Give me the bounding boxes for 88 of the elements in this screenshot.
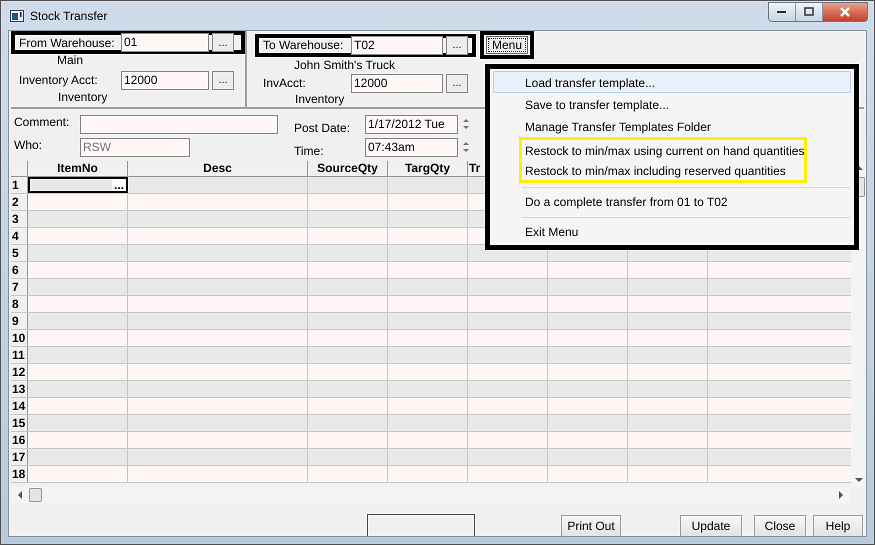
warehouse-name: Main xyxy=(57,54,84,69)
scroll-right-icon[interactable] xyxy=(838,491,844,499)
horizontal-scrollbar[interactable] xyxy=(11,487,850,503)
row-number: 1 xyxy=(11,177,28,193)
grid-cell[interactable] xyxy=(28,381,128,397)
grid-cell[interactable] xyxy=(28,364,128,380)
from-warehouse-label: From Warehouse: xyxy=(19,36,116,50)
row-number: 6 xyxy=(11,262,28,278)
row-number: 4 xyxy=(11,228,28,244)
help-button[interactable]: Help xyxy=(813,515,863,536)
scroll-left-icon[interactable] xyxy=(17,491,23,499)
grid-cell[interactable] xyxy=(28,330,128,346)
account-name: Inventory xyxy=(58,91,108,106)
close-button[interactable]: Close xyxy=(754,515,806,536)
maximize-icon xyxy=(804,7,814,16)
browse-button[interactable]: ... xyxy=(446,36,468,54)
row-number: 11 xyxy=(11,347,28,363)
menu-item[interactable]: Restock to min/max using current on hand quantities xyxy=(522,140,804,160)
menu-item[interactable]: Restock to min/max including reserved quantities xyxy=(522,160,804,180)
row-number: 8 xyxy=(11,296,28,312)
print-out-button[interactable]: Print Out xyxy=(561,515,621,536)
maximize-button[interactable] xyxy=(796,2,823,20)
grid-cell[interactable] xyxy=(28,211,128,227)
spinner-icon[interactable] xyxy=(462,116,470,132)
grid-cell[interactable] xyxy=(28,398,128,414)
row-number: 17 xyxy=(11,449,28,465)
who-label: Who: xyxy=(14,138,44,152)
app-icon xyxy=(10,10,24,22)
inventory-acct-label: Inventory Acct: xyxy=(19,73,99,87)
grid-cell[interactable] xyxy=(28,194,128,210)
grid-cell[interactable] xyxy=(28,415,128,431)
menu-item[interactable]: Manage Transfer Templates Folder xyxy=(493,115,851,137)
to-warehouse-label: To Warehouse: xyxy=(263,38,344,52)
time-label: Time: xyxy=(294,143,325,158)
grid-cell[interactable] xyxy=(28,296,128,312)
row-number: 14 xyxy=(11,398,28,414)
column-header[interactable]: TargQty xyxy=(388,161,468,176)
grid-cell[interactable] xyxy=(28,262,128,278)
inv-acct-label: InvAcct: xyxy=(263,76,307,90)
spinner-icon[interactable] xyxy=(462,139,470,155)
row-number: 13 xyxy=(11,381,28,397)
row-number: 2 xyxy=(11,194,28,210)
grid-cell[interactable] xyxy=(28,449,128,465)
comment-field[interactable] xyxy=(80,115,278,134)
from-warehouse-field[interactable]: 01 xyxy=(121,33,209,52)
minimize-icon xyxy=(777,10,787,14)
row-number: 12 xyxy=(11,364,28,380)
grid-cell[interactable]: ... xyxy=(28,177,128,193)
grid-cell[interactable] xyxy=(28,245,128,261)
to-warehouse-field[interactable]: T02 xyxy=(351,36,443,54)
post-date-label: Post Date: xyxy=(294,120,352,135)
row-number: 7 xyxy=(11,279,28,295)
warehouse-name: John Smith's Truck xyxy=(294,59,396,73)
row-number: 5 xyxy=(11,245,28,261)
row-number: 3 xyxy=(11,211,28,227)
grid-cell[interactable] xyxy=(28,347,128,363)
minimize-button[interactable] xyxy=(769,2,796,20)
window-title: Stock Transfer xyxy=(30,8,108,22)
menu-button[interactable]: Menu xyxy=(486,36,528,54)
comment-label: Comment: xyxy=(14,115,70,129)
column-header[interactable]: SourceQty xyxy=(308,161,388,176)
grid-cell[interactable] xyxy=(28,313,128,329)
row-number: 10 xyxy=(11,330,28,346)
menu-item[interactable]: Save to transfer template... xyxy=(493,93,851,115)
column-header[interactable]: ItemNo xyxy=(28,161,128,176)
inv-acct-field[interactable]: 12000 xyxy=(351,74,443,92)
close-button[interactable] xyxy=(823,2,867,20)
browse-button[interactable]: ... xyxy=(446,74,468,92)
column-header[interactable]: Desc xyxy=(128,161,308,176)
cell-browse-button[interactable]: ... xyxy=(112,179,126,191)
row-number: 9 xyxy=(11,313,28,329)
grid-cell[interactable] xyxy=(28,228,128,244)
post-date-field[interactable]: 1/17/2012 Tue xyxy=(365,115,458,134)
time-field[interactable]: 07:43am xyxy=(365,138,458,157)
browse-button[interactable]: ... xyxy=(212,70,234,90)
grid-cell[interactable] xyxy=(28,466,128,482)
menu-item[interactable]: Load transfer template... xyxy=(493,71,851,93)
scroll-thumb[interactable] xyxy=(29,488,42,502)
row-number: 18 xyxy=(11,466,28,482)
browse-button[interactable]: ... xyxy=(212,33,234,52)
inventory-acct-field[interactable]: 12000 xyxy=(121,70,209,90)
update-button[interactable]: Update xyxy=(680,515,742,536)
row-number: 16 xyxy=(11,432,28,448)
row-number: 15 xyxy=(11,415,28,431)
close-icon xyxy=(839,6,851,16)
grid-cell[interactable] xyxy=(28,279,128,295)
grid-cell[interactable] xyxy=(28,432,128,448)
scroll-down-icon[interactable] xyxy=(854,477,863,483)
